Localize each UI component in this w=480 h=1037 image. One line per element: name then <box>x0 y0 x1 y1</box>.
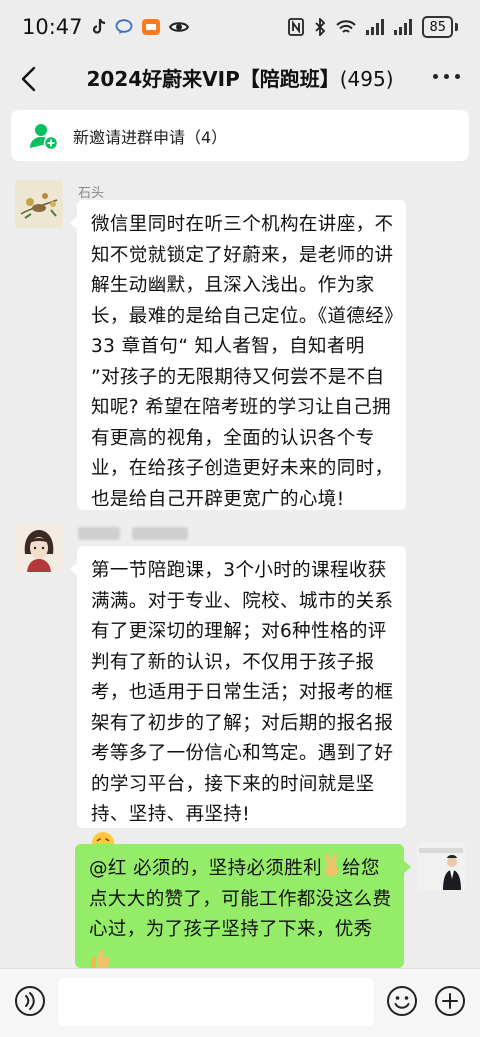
message-icon <box>115 19 132 34</box>
add-member-icon <box>30 123 59 150</box>
battery-icon <box>455 23 458 31</box>
input-toolbar <box>0 968 480 1037</box>
sender-name <box>78 527 120 540</box>
thumbs-up-emoji-icon <box>91 949 110 968</box>
member-count: (495) <box>339 67 394 91</box>
message-text: 第一节陪跑课，3个小时的课程收获满满。对于专业、院校、城市的关系有了更深切的理解… <box>91 560 394 825</box>
eye-icon <box>168 22 189 32</box>
signal-icon <box>366 19 385 35</box>
chat-title: 2024好蔚来VIP【陪跑班】(495) <box>0 54 480 104</box>
group-name: 2024好蔚来VIP【陪跑班】 <box>86 67 340 91</box>
tiktok-icon <box>92 18 105 34</box>
message-bubble[interactable]: 第一节陪跑课，3个小时的课程收获满满。对于专业、院校、城市的关系有了更深切的理解… <box>70 546 406 854</box>
flower-bird-avatar-icon <box>15 180 63 228</box>
battery-level: 85 <box>422 16 453 38</box>
avatar[interactable] <box>15 180 63 228</box>
my-avatar[interactable] <box>417 842 465 890</box>
more-icon[interactable] <box>433 74 460 79</box>
victory-hand-emoji-icon <box>325 854 339 876</box>
my-message-bubble[interactable]: @红 必须的，坚持必须胜利 给您点大大的赞了，可能工作都没这么费心过，为了孩子坚持… <box>75 844 411 968</box>
invite-requests-banner[interactable]: 新邀请进群申请（4） <box>11 110 469 161</box>
wifi-icon <box>336 20 357 33</box>
status-time: 10:47 <box>22 15 83 39</box>
nfc-icon <box>288 18 305 36</box>
man-avatar-icon <box>417 842 465 890</box>
voice-icon[interactable] <box>14 985 46 1017</box>
invite-text: 新邀请进群申请（4） <box>73 127 228 147</box>
sender-tag <box>132 527 189 540</box>
avatar[interactable] <box>15 524 63 572</box>
sender-name-blurred <box>78 526 189 541</box>
sender-name: 石头 <box>78 186 105 201</box>
message-input[interactable] <box>58 978 374 1026</box>
taobao-icon <box>141 19 160 35</box>
chat-header: 2024好蔚来VIP【陪跑班】(495) <box>0 54 480 104</box>
message-text-part1: @红 必须的，坚持必须胜利 <box>89 858 323 879</box>
status-bar: 10:47 85 <box>0 0 480 54</box>
girl-avatar-icon <box>15 524 63 572</box>
bluetooth-icon <box>315 18 326 36</box>
message-bubble[interactable]: 微信里同时在听三个机构在讲座，不知不觉就锁定了好蔚来，是老师的讲解生动幽默，且深… <box>70 200 406 510</box>
emoji-icon[interactable] <box>386 985 418 1017</box>
signal-icon <box>394 19 413 35</box>
plus-icon[interactable] <box>434 985 466 1017</box>
